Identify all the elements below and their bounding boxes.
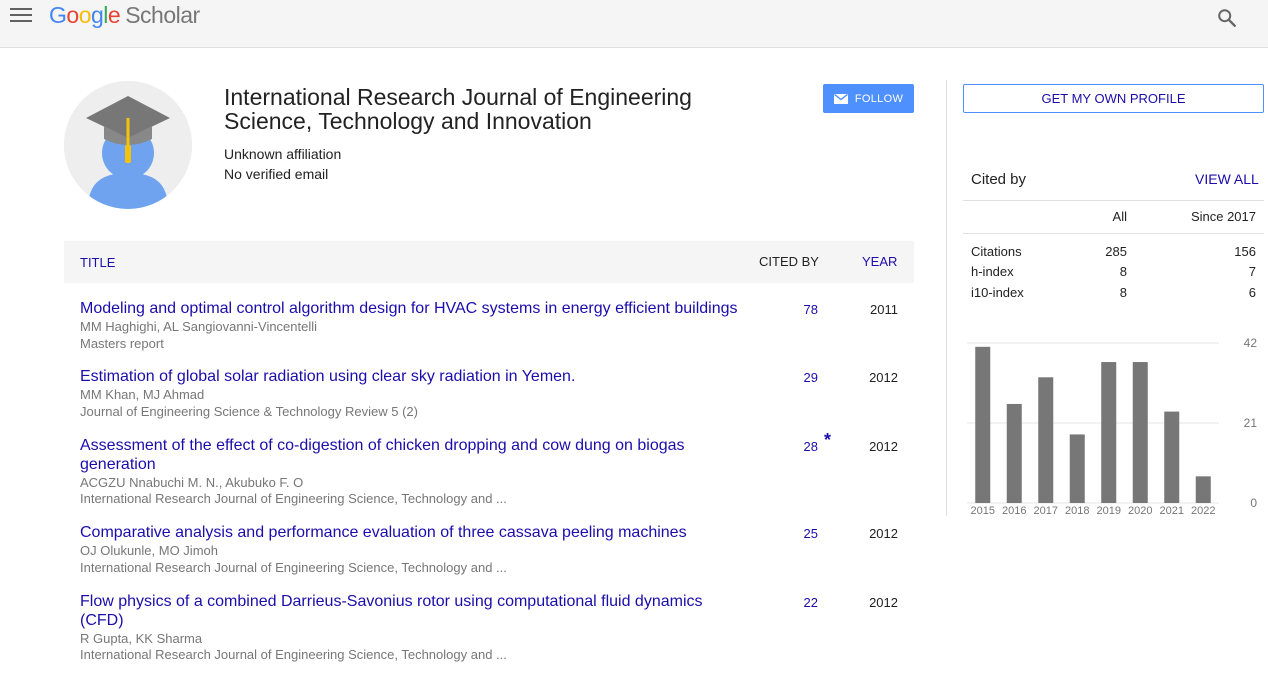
- profile-name: International Research Journal of Engine…: [224, 84, 692, 134]
- article-title[interactable]: Estimation of global solar radiation usi…: [80, 367, 750, 386]
- article-year: 2012: [869, 370, 898, 385]
- article-venue: International Research Journal of Engine…: [80, 560, 507, 575]
- chart-x-tick-label: 2020: [1128, 505, 1152, 517]
- top-bar: Google Scholar: [0, 0, 1268, 48]
- stat-all-value: 8: [1119, 285, 1127, 300]
- follow-label: FOLLOW: [854, 92, 904, 105]
- cited-by-count[interactable]: 22: [774, 595, 818, 610]
- article-year: 2012: [869, 439, 898, 454]
- article-venue: International Research Journal of Engine…: [80, 491, 507, 506]
- profile-affiliation: Unknown affiliation: [224, 146, 342, 162]
- chart-bar-2022[interactable]: [1195, 476, 1211, 503]
- chart-y-tick-label: 0: [1250, 496, 1257, 510]
- chart-x-tick-label: 2019: [1097, 505, 1121, 517]
- chart-bar-2021[interactable]: [1164, 411, 1180, 503]
- chart-x-tick-label: 2022: [1191, 505, 1215, 517]
- get-my-own-profile-button[interactable]: GET MY OWN PROFILE: [963, 84, 1264, 113]
- table-header: TITLE CITED BY YEAR: [64, 241, 914, 283]
- stats-col-all: All: [1112, 209, 1127, 224]
- stats-col-since: Since 2017: [1190, 209, 1256, 224]
- cited-by-count[interactable]: 29: [774, 370, 818, 385]
- sort-by-title[interactable]: TITLE: [80, 255, 115, 270]
- profile-email: No verified email: [224, 166, 329, 182]
- stat-since-value: 7: [1248, 264, 1256, 279]
- article-title[interactable]: Comparative analysis and performance eva…: [80, 523, 750, 542]
- sort-by-year[interactable]: YEAR: [862, 254, 897, 269]
- search-icon[interactable]: [1216, 7, 1238, 29]
- chart-bar-2019[interactable]: [1101, 362, 1117, 503]
- stat-label: Citations: [971, 244, 1022, 259]
- stat-since-value: 6: [1248, 285, 1256, 300]
- follow-button[interactable]: FOLLOW: [823, 84, 914, 113]
- article-year: 2012: [869, 595, 898, 610]
- envelope-icon: [833, 93, 848, 104]
- column-divider: [946, 80, 947, 516]
- stat-all-value: 8: [1119, 264, 1127, 279]
- cited-by-heading: Cited by: [971, 171, 1027, 188]
- profile-avatar: [64, 81, 192, 209]
- stat-label: h-index: [971, 264, 1014, 279]
- chart-x-tick-label: 2016: [1002, 505, 1026, 517]
- chart-bar-2015[interactable]: [975, 346, 991, 503]
- chart-bar-2020[interactable]: [1132, 362, 1148, 503]
- article-title[interactable]: Modeling and optimal control algorithm d…: [80, 299, 750, 318]
- article-year: 2012: [869, 526, 898, 541]
- menu-icon[interactable]: [10, 8, 32, 24]
- article-authors: MM Haghighi, AL Sangiovanni-Vincentelli: [80, 319, 318, 334]
- cited-by-count[interactable]: 25: [774, 526, 818, 541]
- citations-per-year-chart: 0 21 42 2015 2016 2017 2018 2019 2020 2021 2022: [967, 336, 1258, 517]
- stat-label: i10-index: [971, 285, 1024, 300]
- article-authors: ACGZU Nnabuchi M. N., Akubuko F. O: [80, 475, 304, 490]
- chart-x-tick-label: 2021: [1160, 505, 1184, 517]
- chart-y-tick-label: 42: [1244, 336, 1258, 350]
- view-all-link[interactable]: VIEW ALL: [1195, 171, 1259, 187]
- chart-y-tick-label: 21: [1244, 416, 1258, 430]
- stat-all-value: 285: [1105, 244, 1127, 259]
- graduate-avatar-icon: [64, 81, 192, 209]
- cited-by-count[interactable]: 28: [774, 439, 818, 454]
- stats-divider: [963, 200, 1264, 201]
- article-title[interactable]: Flow physics of a combined Darrieus-Savo…: [80, 592, 750, 630]
- article-authors: MM Khan, MJ Ahmad: [80, 387, 205, 402]
- article-authors: OJ Olukunle, MO Jimoh: [80, 543, 218, 558]
- article-venue: Masters report: [80, 336, 164, 351]
- google-scholar-logo[interactable]: Google Scholar: [49, 2, 200, 29]
- article-venue: Journal of Engineering Science & Technol…: [80, 404, 418, 419]
- chart-x-tick-label: 2015: [971, 505, 995, 517]
- cited-by-header: CITED BY: [759, 254, 819, 269]
- article-year: 2011: [870, 302, 898, 317]
- cited-by-count[interactable]: 78: [774, 302, 818, 317]
- chart-x-tick-label: 2017: [1034, 505, 1058, 517]
- chart-bar-2018[interactable]: [1069, 434, 1085, 503]
- article-title[interactable]: Assessment of the effect of co-digestion…: [80, 436, 750, 474]
- article-venue: International Research Journal of Engine…: [80, 647, 507, 662]
- chart-bar-2016[interactable]: [1006, 403, 1022, 503]
- chart-bar-2017[interactable]: [1038, 377, 1054, 503]
- chart-x-tick-label: 2018: [1065, 505, 1089, 517]
- logo-scholar-text: Scholar: [125, 2, 200, 28]
- stats-divider: [963, 233, 1264, 234]
- article-authors: R Gupta, KK Sharma: [80, 631, 203, 646]
- merged-citations-star[interactable]: *: [824, 430, 831, 451]
- stat-since-value: 156: [1234, 244, 1256, 259]
